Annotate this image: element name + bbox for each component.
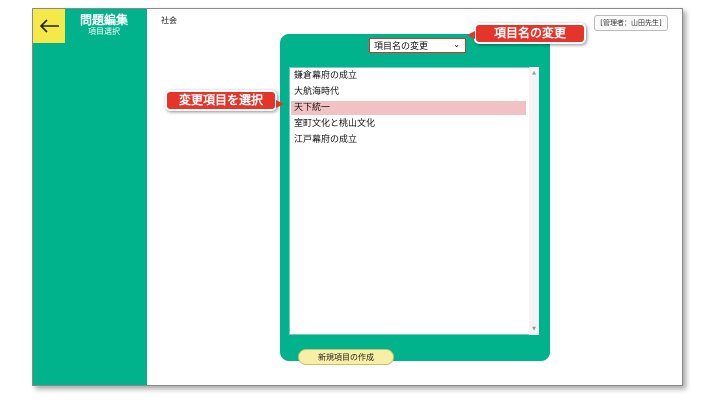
app-window: 問題編集 項目選択 社会 [管理者：山田先生] 項目名の変更 ⌄ 鎌倉幕府の成立…: [32, 8, 683, 386]
list-scrollbar[interactable]: ▲ ▼: [529, 67, 539, 335]
item-panel: 項目名の変更 ⌄ 鎌倉幕府の成立 大航海時代 天下統一 室町文化と桃山文化 江戸…: [280, 34, 550, 365]
callout-pointer: [467, 31, 475, 39]
item-action-select-value: 項目名の変更: [374, 42, 429, 52]
select-callout: 項目名の変更: [467, 23, 586, 44]
select-callout-text: 項目名の変更: [493, 26, 566, 40]
callout-pointer: [276, 100, 284, 108]
scroll-up-icon[interactable]: ▲: [529, 70, 539, 76]
list-item-selected[interactable]: 天下統一: [291, 101, 526, 115]
list-item[interactable]: 室町文化と桃山文化: [291, 117, 526, 131]
list-item[interactable]: 大航海時代: [291, 85, 526, 99]
list-item[interactable]: 江戸幕府の成立: [291, 133, 526, 147]
arrow-left-icon: [39, 19, 59, 33]
back-button[interactable]: [33, 9, 65, 43]
sidebar: 問題編集 項目選択: [33, 9, 147, 385]
create-item-button[interactable]: 新規項目の作成: [298, 349, 394, 365]
item-callout: 変更項目を選択: [165, 90, 284, 111]
chevron-down-icon: ⌄: [453, 40, 460, 49]
page-title: 問題編集: [79, 13, 128, 27]
user-badge: [管理者：山田先生]: [594, 15, 668, 31]
page-subtitle: 項目選択: [88, 27, 120, 36]
list-item[interactable]: 鎌倉幕府の成立: [291, 69, 526, 83]
item-listbox[interactable]: 鎌倉幕府の成立 大航海時代 天下統一 室町文化と桃山文化 江戸幕府の成立 ▲ ▼: [289, 67, 539, 335]
scroll-down-icon[interactable]: ▼: [529, 326, 539, 332]
item-action-select[interactable]: 項目名の変更 ⌄: [369, 38, 466, 53]
subject-label: 社会: [161, 16, 177, 25]
item-callout-text: 変更項目を選択: [178, 93, 263, 107]
